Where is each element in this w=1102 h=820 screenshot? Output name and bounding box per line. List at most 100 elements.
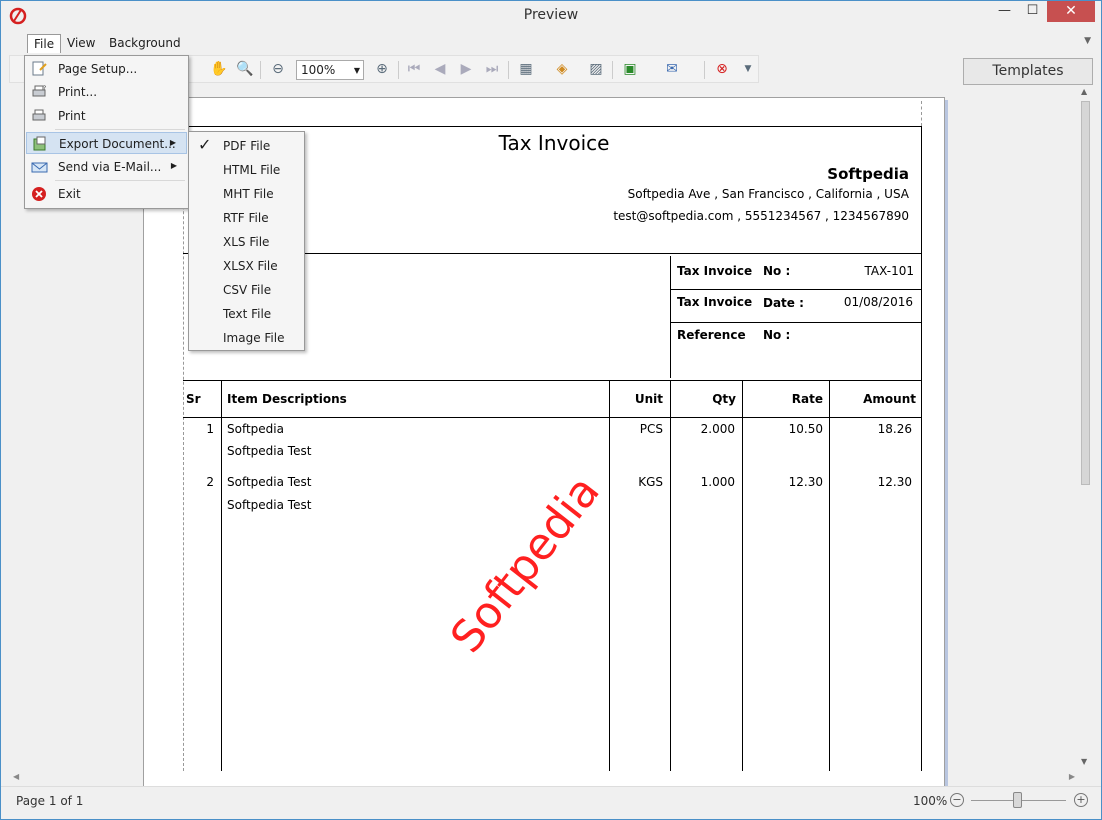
export-submenu: ✓ PDF File HTML File MHT File RTF File X… (188, 131, 305, 351)
invoice-no-suffix: No : (763, 264, 791, 278)
zoom-in-icon[interactable]: ⊕ (374, 61, 390, 77)
page-info: Page 1 of 1 (16, 794, 84, 808)
export-xls[interactable]: XLS File (190, 229, 303, 253)
file-menu-exit[interactable]: Exit (26, 183, 187, 205)
submenu-arrow-icon: ▶ (170, 161, 177, 170)
col-header-amount: Amount (863, 392, 916, 406)
multi-page-icon[interactable]: ▦ (518, 61, 534, 77)
submenu-arrow-icon: ▶ (169, 138, 176, 147)
zoom-combo[interactable]: 100% ▼ (296, 60, 364, 80)
menu-file[interactable]: File (27, 34, 62, 53)
col-header-sr: Sr (186, 392, 201, 406)
page-setup-icon (32, 61, 47, 76)
invoice-date-suffix: Date : (763, 296, 804, 310)
file-menu-export-document[interactable]: Export Document... ▶ (26, 132, 187, 154)
row-1-sr: 1 (206, 422, 214, 436)
zoom-combo-value: 100% (301, 63, 336, 77)
row-2-desc2: Softpedia Test (227, 498, 312, 512)
company-name: Softpedia (827, 165, 909, 183)
col-header-unit: Unit (634, 392, 663, 406)
templates-button[interactable]: Templates (963, 58, 1093, 85)
export-icon (33, 136, 46, 151)
first-page-icon[interactable]: ⏮ (406, 61, 422, 77)
export-mht[interactable]: MHT File (190, 181, 303, 205)
hand-tool-icon[interactable]: ✋ (210, 61, 227, 77)
file-menu-send-email[interactable]: Send via E-Mail... ▶ (26, 156, 187, 178)
export-image[interactable]: Image File (190, 325, 303, 349)
menu-view[interactable]: View (61, 34, 101, 53)
title-bar: Preview — ☐ ✕ (1, 1, 1101, 31)
close-preview-icon[interactable]: ⊗ (714, 61, 730, 77)
row-1-unit: PCS (639, 422, 663, 436)
col-header-description: Item Descriptions (227, 392, 347, 406)
status-bar: Page 1 of 1 100% − + (1, 786, 1101, 819)
svg-text:?: ? (43, 85, 46, 92)
invoice-no-label: Tax Invoice (677, 264, 753, 278)
row-1-rate: 10.50 (788, 422, 823, 436)
zoom-in-button[interactable]: + (1074, 793, 1088, 807)
maximize-button[interactable]: ☐ (1019, 1, 1046, 22)
last-page-icon[interactable]: ⏭ (484, 61, 500, 77)
print-dialog-icon: ? (32, 85, 46, 97)
row-2-rate: 12.30 (788, 475, 823, 489)
checkmark-icon: ✓ (198, 135, 212, 154)
export-csv[interactable]: CSV File (190, 277, 303, 301)
file-menu-dropdown: Page Setup... ? Print... Print Export Do… (24, 55, 189, 209)
chevron-down-icon: ▼ (353, 66, 360, 75)
invoice-date-label: Tax Invoice (677, 295, 753, 309)
reference-suffix: No : (763, 328, 791, 342)
zoom-percentage: 100% (913, 794, 948, 808)
file-menu-print-dialog[interactable]: ? Print... (26, 81, 187, 103)
row-2-desc: Softpedia Test (227, 475, 312, 489)
file-menu-page-setup[interactable]: Page Setup... (26, 58, 187, 80)
export-rtf[interactable]: RTF File (190, 205, 303, 229)
zoom-tool-icon[interactable]: 🔍 (236, 61, 253, 77)
close-button[interactable]: ✕ (1047, 1, 1095, 22)
file-menu-print[interactable]: Print (26, 105, 187, 127)
watermark-icon[interactable]: ▨ (588, 61, 604, 77)
row-2-sr: 2 (206, 475, 214, 489)
zoom-out-icon[interactable]: ⊖ (270, 61, 286, 77)
row-2-qty: 1.000 (700, 475, 735, 489)
next-page-icon[interactable]: ▶ (458, 61, 474, 77)
menu-background[interactable]: Background (103, 34, 187, 53)
row-2-amount: 12.30 (877, 475, 912, 489)
export-icon[interactable]: ▣ (622, 61, 638, 77)
zoom-slider-thumb[interactable] (1013, 792, 1022, 808)
row-1-desc2: Softpedia Test (227, 444, 312, 458)
preview-window: Preview — ☐ ✕ File View Background ▼ ✋ 🔍… (0, 0, 1102, 820)
exit-icon (32, 187, 46, 201)
email-icon[interactable]: ✉ (664, 61, 680, 77)
row-1-qty: 2.000 (700, 422, 735, 436)
row-1-amount: 18.26 (877, 422, 912, 436)
export-html[interactable]: HTML File (190, 157, 303, 181)
col-header-rate: Rate (791, 392, 823, 406)
invoice-date-value: 01/08/2016 (843, 295, 913, 309)
print-icon (32, 109, 46, 121)
invoice-no-value: TAX-101 (864, 264, 914, 278)
col-header-qty: Qty (712, 392, 736, 406)
row-1-desc: Softpedia (227, 422, 284, 436)
export-pdf[interactable]: ✓ PDF File (190, 133, 303, 157)
row-2-unit: KGS (638, 475, 663, 489)
scroll-down-icon[interactable]: ▼ (1081, 757, 1087, 766)
window-title: Preview (523, 7, 579, 23)
scroll-right-icon[interactable]: ▶ (1069, 772, 1075, 781)
zoom-out-button[interactable]: − (950, 793, 964, 807)
toolbar-overflow-icon[interactable]: ▼ (740, 61, 756, 77)
scroll-up-icon[interactable]: ▲ (1081, 87, 1087, 96)
export-xlsx[interactable]: XLSX File (190, 253, 303, 277)
company-contact: test@softpedia.com , 5551234567 , 123456… (613, 209, 909, 223)
menubar-overflow-icon[interactable]: ▼ (1084, 36, 1091, 46)
company-address: Softpedia Ave , San Francisco , Californ… (627, 187, 909, 201)
menu-bar: File View Background ▼ (9, 32, 1095, 54)
scroll-left-icon[interactable]: ◀ (13, 772, 19, 781)
minimize-button[interactable]: — (991, 1, 1018, 22)
vertical-scrollbar[interactable]: ▲ ▼ (1079, 87, 1093, 771)
previous-page-icon[interactable]: ◀ (432, 61, 448, 77)
email-icon (31, 162, 48, 173)
fill-color-icon[interactable]: ◈ (554, 61, 570, 77)
reference-label: Reference (677, 328, 746, 342)
export-text[interactable]: Text File (190, 301, 303, 325)
vertical-scroll-thumb[interactable] (1081, 101, 1090, 485)
